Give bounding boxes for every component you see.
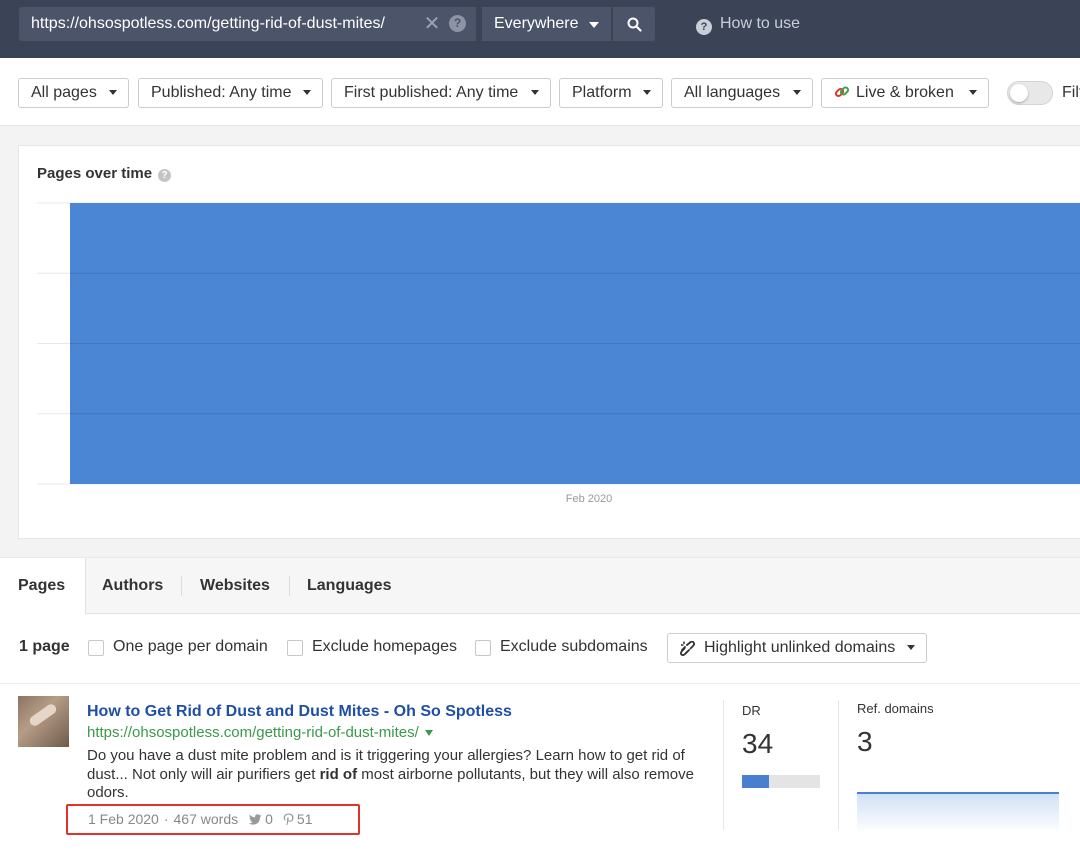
toggle-knob [1010,84,1028,102]
search-button[interactable] [612,7,655,41]
one-per-domain-label[interactable]: One page per domain [113,638,268,656]
ref-domains-label: Ref. domains [857,701,934,716]
chevron-down-icon [589,22,599,28]
highlight-unlinked-label: Highlight unlinked domains [704,639,896,656]
tab-pages[interactable]: Pages [0,558,86,615]
tab-websites[interactable]: Websites [200,558,270,614]
one-per-domain-checkbox[interactable] [88,640,104,656]
tab-divider [289,576,290,596]
word-count: 467 words [173,811,239,827]
languages-dropdown[interactable]: All languages [671,78,813,108]
x-tick-label: Feb 2020 [566,493,612,505]
pinterest-icon [283,813,294,826]
pages-over-time-chart: Feb 2020 [37,202,1080,505]
result-url-text: https://ohsospotless.com/getting-rid-of-… [87,724,419,741]
tab-authors[interactable]: Authors [102,558,163,614]
chevron-down-icon [109,90,117,95]
caret-down-icon[interactable] [424,730,433,736]
twitter-icon [248,814,262,825]
help-icon[interactable]: ? [449,15,466,32]
result-url-link[interactable]: https://ohsospotless.com/getting-rid-of-… [87,724,433,741]
chevron-down-icon [303,90,311,95]
result-title-link[interactable]: How to Get Rid of Dust and Dust Mites - … [87,703,512,721]
list-item: How to Get Rid of Dust and Dust Mites - … [0,684,1080,853]
description-highlight: rid of [319,765,358,783]
link-icon [834,86,850,98]
all-pages-label: All pages [31,84,97,101]
broken-link-icon [680,641,695,656]
all-pages-dropdown[interactable]: All pages [18,78,129,108]
live-broken-dropdown[interactable]: Live & broken [821,78,989,108]
published-label: Published: Any time [151,84,292,101]
result-description: Do you have a dust mite problem and is i… [87,747,707,803]
pin-count: 51 [296,811,313,827]
chart-title-text: Pages over time [37,165,153,182]
chevron-down-icon [907,645,915,650]
result-count: 1 page [19,638,70,655]
url-input[interactable]: https://ohsospotless.com/getting-rid-of-… [19,7,476,41]
first-published-label: First published: Any time [344,84,519,101]
dr-bar-fill [742,775,769,788]
tab-bar: Pages Authors Websites Languages [0,557,1080,615]
help-icon[interactable]: ? [158,169,172,182]
exclude-subdomains-checkbox[interactable] [475,640,491,656]
mode-dropdown[interactable]: Everywhere [481,7,611,41]
how-to-use-label: How to use [720,15,801,32]
toggle-label: Filt [1062,84,1080,101]
chart-title: Pages over time? [37,165,172,182]
chevron-down-icon [531,90,539,95]
exclude-subdomains-label[interactable]: Exclude subdomains [500,638,648,656]
ref-domains-value: 3 [857,726,873,757]
filter-toggle[interactable] [1007,81,1053,105]
published-dropdown[interactable]: Published: Any time [138,78,323,108]
dr-label: DR [742,703,761,718]
question-icon: ? [696,19,712,35]
chevron-down-icon [643,90,651,95]
dr-value: 34 [742,728,774,759]
mode-dropdown-label: Everywhere [494,15,579,32]
search-icon [627,17,642,32]
exclude-homepages-label[interactable]: Exclude homepages [312,638,457,656]
page-thumbnail [18,696,69,747]
ref-domains-sparkline [857,792,1059,833]
chevron-down-icon [793,90,801,95]
tweet-count: 0 [265,811,273,827]
platform-label: Platform [572,84,632,101]
tab-divider [181,576,182,596]
published-date: 1 Feb 2020 [88,811,159,827]
languages-label: All languages [684,84,781,101]
first-published-dropdown[interactable]: First published: Any time [331,78,551,108]
result-meta: 1 Feb 2020 · 467 words 0 51 [66,804,360,835]
chart-card: Feb 2020 Pages over time? [18,145,1080,539]
dr-bar [742,775,820,788]
live-broken-label: Live & broken [856,84,954,101]
column-divider [723,700,724,830]
top-bar: https://ohsospotless.com/getting-rid-of-… [0,0,1080,58]
exclude-homepages-checkbox[interactable] [287,640,303,656]
highlight-unlinked-dropdown[interactable]: Highlight unlinked domains [667,633,927,663]
clear-icon[interactable]: ✕ [423,14,441,34]
how-to-use-link[interactable]: ? How to use [696,7,800,41]
results-options: 1 page One page per domain Exclude homep… [0,614,1080,684]
column-divider [838,700,839,830]
filter-bar: All pages Published: Any time First publ… [0,58,1080,126]
tab-languages[interactable]: Languages [307,558,391,614]
platform-dropdown[interactable]: Platform [559,78,663,108]
chevron-down-icon [969,90,977,95]
